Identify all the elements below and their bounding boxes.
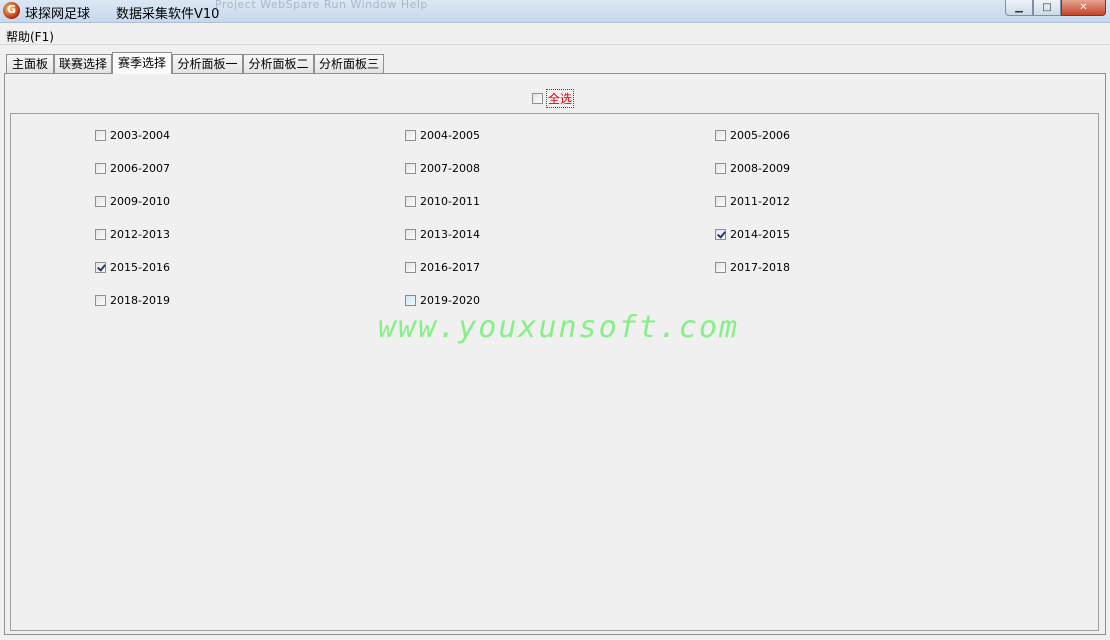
checkbox-box[interactable] [405,228,416,240]
season-label: 2012-2013 [110,227,170,241]
season-label: 2006-2007 [110,161,170,175]
checkbox-box-hover[interactable] [405,294,416,306]
checkbox-box[interactable] [95,228,106,240]
checkbox-box[interactable] [95,129,106,141]
season-label: 2015-2016 [110,260,170,274]
season-checkbox-2012-2013[interactable]: 2012-2013 [95,227,170,241]
checkbox-box[interactable] [95,195,106,207]
season-label: 2008-2009 [730,161,790,175]
season-checkbox-2008-2009[interactable]: 2008-2009 [715,161,790,175]
watermark-text: www.youxunsoft.com [378,310,740,345]
checkbox-box[interactable] [405,162,416,174]
season-checkbox-2005-2006[interactable]: 2005-2006 [715,128,790,142]
select-all-label[interactable]: 全选 [545,88,575,108]
checkbox-box[interactable] [405,129,416,141]
tab-analysis-3[interactable]: 分析面板三 [314,54,384,73]
season-checkbox-2009-2010[interactable]: 2009-2010 [95,194,170,208]
checkbox-box[interactable] [405,195,416,207]
season-label: 2018-2019 [110,293,170,307]
select-all-checkbox[interactable]: 全选 [532,88,575,108]
tab-analysis-2[interactable]: 分析面板二 [243,54,314,73]
season-checkbox-2004-2005[interactable]: 2004-2005 [405,128,480,142]
checkbox-box[interactable] [532,92,543,104]
season-checkbox-2007-2008[interactable]: 2007-2008 [405,161,480,175]
menu-help[interactable]: 帮助(F1) [6,28,54,45]
minimize-button[interactable]: ▁ [1005,0,1033,16]
checkbox-box[interactable] [715,129,726,141]
checkbox-box-checked[interactable] [715,228,726,240]
window-title: 球探网足球 数据采集软件V10 [25,7,220,22]
season-checkbox-2018-2019[interactable]: 2018-2019 [95,293,170,307]
background-menu-ghost: Project WebSpare Run Window Help [215,0,428,11]
season-checkbox-2013-2014[interactable]: 2013-2014 [405,227,480,241]
season-label: 2009-2010 [110,194,170,208]
season-checkbox-2014-2015[interactable]: 2014-2015 [715,227,790,241]
tab-main-panel[interactable]: 主面板 [6,54,54,73]
season-label: 2011-2012 [730,194,790,208]
season-checkbox-2006-2007[interactable]: 2006-2007 [95,161,170,175]
season-label: 2013-2014 [420,227,480,241]
checkbox-box[interactable] [715,261,726,273]
season-label: 2010-2011 [420,194,480,208]
season-label: 2017-2018 [730,260,790,274]
menu-bar: 帮助(F1) [0,24,1110,45]
season-label: 2019-2020 [420,293,480,307]
season-checkbox-2017-2018[interactable]: 2017-2018 [715,260,790,274]
season-checkbox-2016-2017[interactable]: 2016-2017 [405,260,480,274]
checkbox-box[interactable] [715,195,726,207]
season-checkbox-2011-2012[interactable]: 2011-2012 [715,194,790,208]
season-label: 2005-2006 [730,128,790,142]
checkbox-box-checked[interactable] [95,261,106,273]
close-button[interactable]: ✕ [1061,0,1106,16]
tab-season-select[interactable]: 赛季选择 [112,52,172,74]
season-label: 2003-2004 [110,128,170,142]
app-logo-icon: G [3,2,20,19]
title-bar: G 球探网足球 数据采集软件V10 Project WebSpare Run W… [0,0,1110,23]
season-label: 2004-2005 [420,128,480,142]
season-label: 2016-2017 [420,260,480,274]
tab-analysis-1[interactable]: 分析面板一 [172,54,243,73]
tab-league-select[interactable]: 联赛选择 [54,54,112,73]
season-checkbox-2015-2016[interactable]: 2015-2016 [95,260,170,274]
checkbox-box[interactable] [95,294,106,306]
season-label: 2014-2015 [730,227,790,241]
checkbox-box[interactable] [715,162,726,174]
season-checkbox-2010-2011[interactable]: 2010-2011 [405,194,480,208]
season-checkbox-2003-2004[interactable]: 2003-2004 [95,128,170,142]
season-checkbox-2019-2020[interactable]: 2019-2020 [405,293,480,307]
checkbox-box[interactable] [405,261,416,273]
season-group-box [10,113,1099,631]
season-label: 2007-2008 [420,161,480,175]
checkbox-box[interactable] [95,162,106,174]
maximize-button[interactable]: □ [1033,0,1061,16]
